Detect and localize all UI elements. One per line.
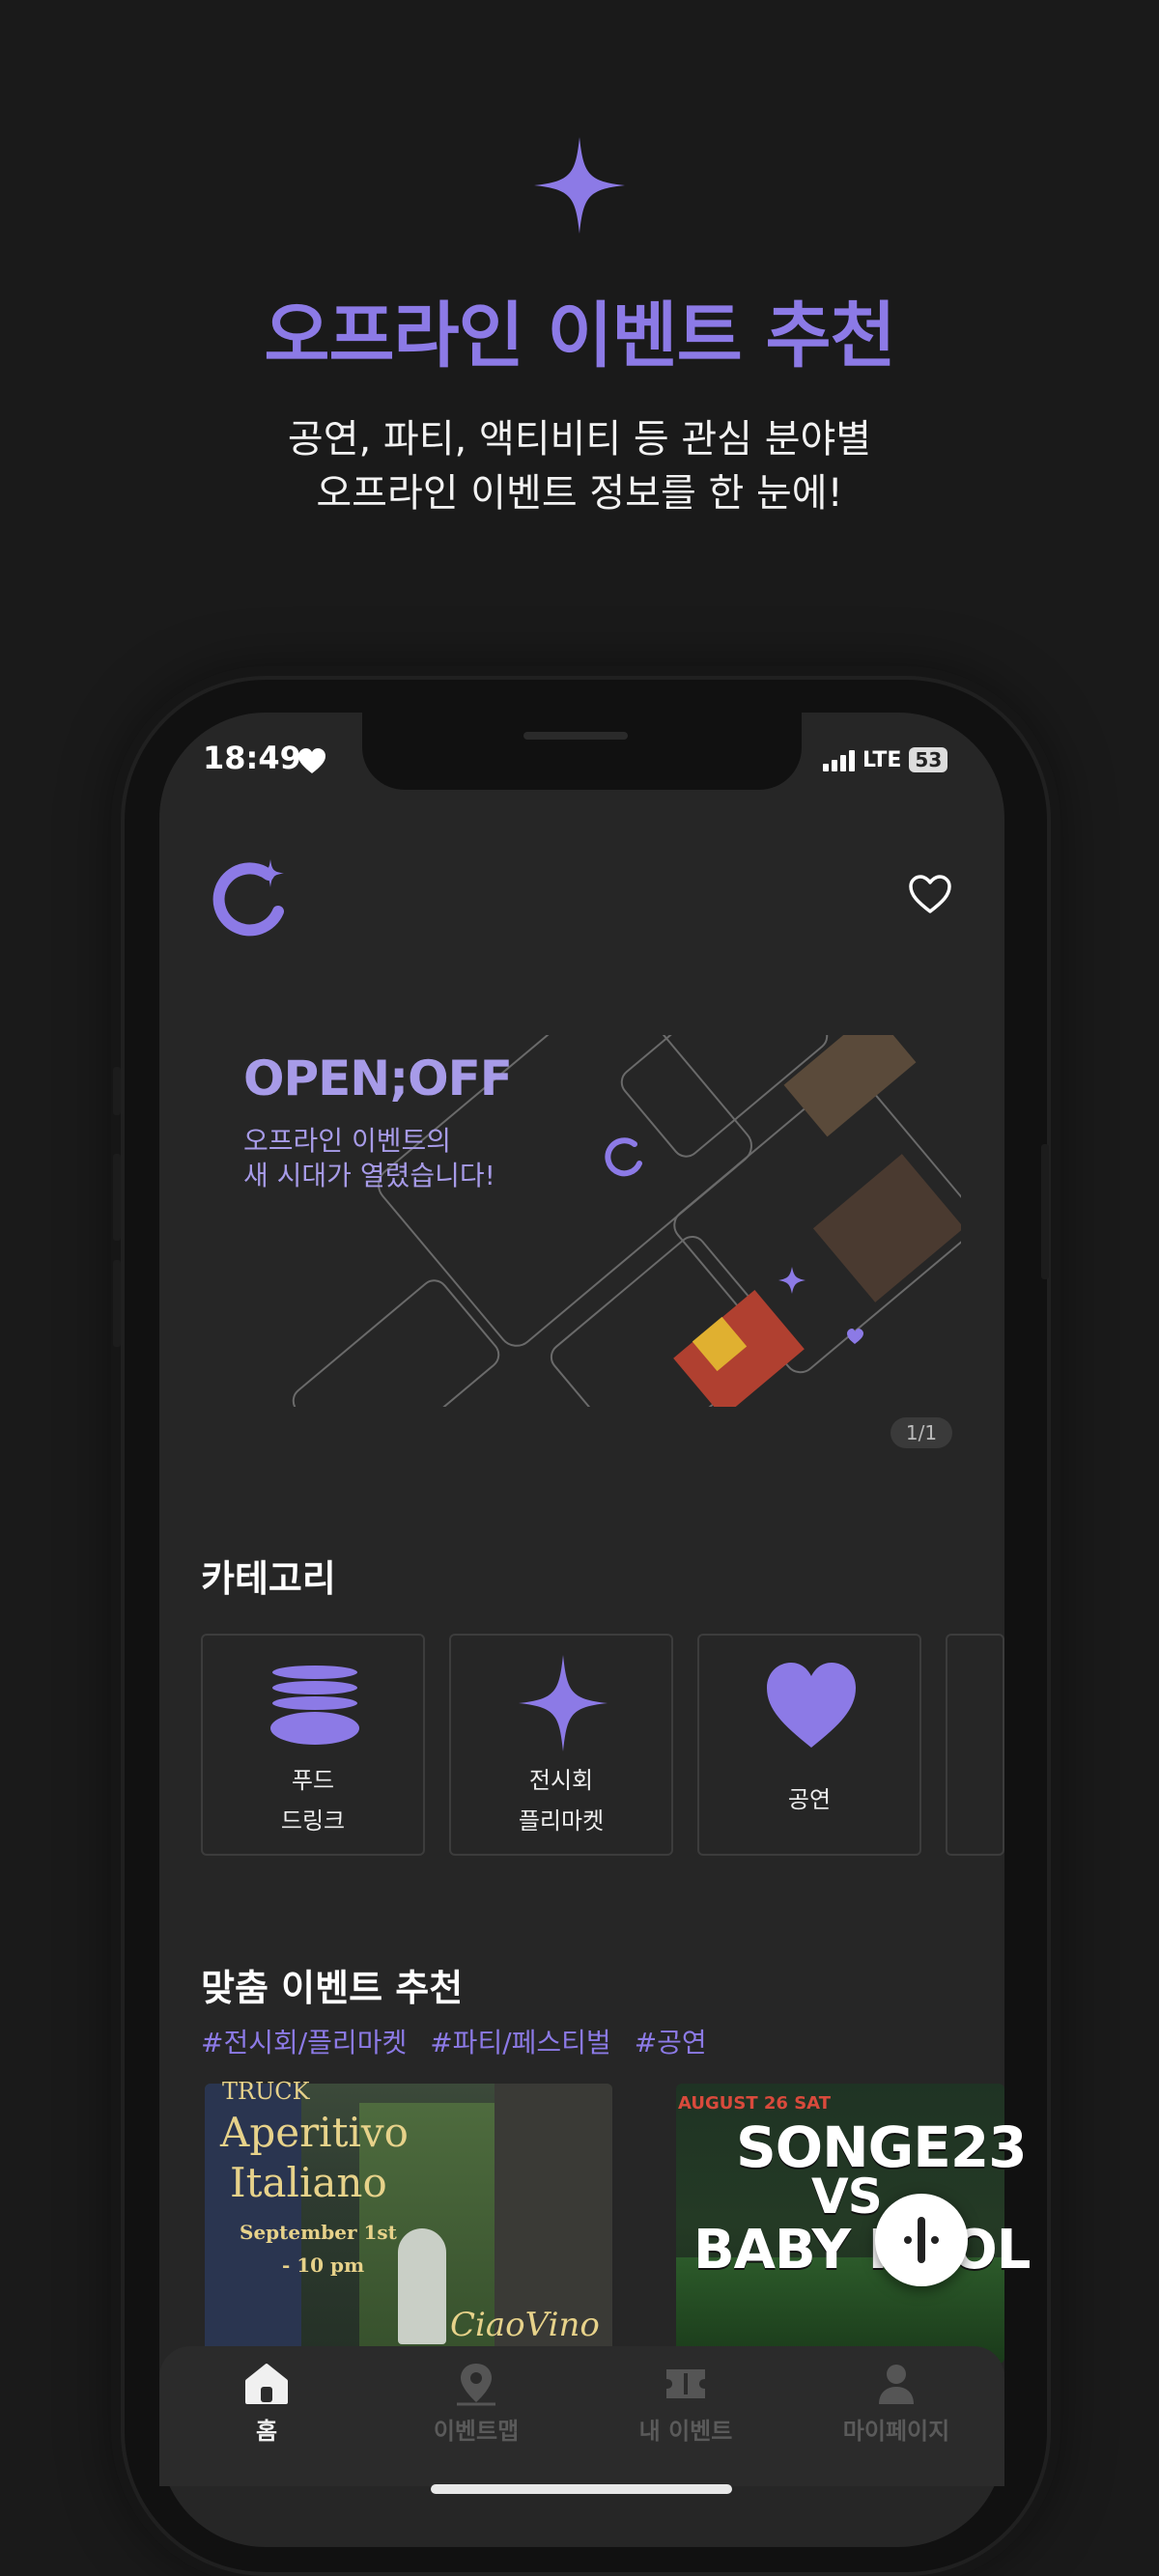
category-section-title: 카테고리 (201, 1557, 336, 1600)
event-title: VS (811, 2169, 883, 2225)
banner-pager: 1/1 (890, 1417, 952, 1448)
banner-subtitle: 오프라인 이벤트의 (243, 1125, 451, 1157)
heart-icon (767, 1663, 856, 1748)
banner-title: OPEN;OFF (243, 1050, 513, 1106)
phone-volume-down (113, 1260, 121, 1347)
tab-my-page[interactable]: 마이페이지 (819, 2362, 974, 2446)
promo-headline: 오프라인 이벤트 추천 (264, 294, 895, 378)
banner-subtitle: 새 시대가 열렸습니다! (243, 1160, 495, 1191)
person-icon (879, 2365, 914, 2404)
battery-icon: 53 (909, 747, 948, 772)
event-title: Aperitivo (220, 2109, 409, 2156)
category-label: 공연 (787, 1786, 832, 1813)
category-label: 드링크 (280, 1807, 346, 1834)
status-indicators: LTE 53 (823, 747, 948, 772)
sparkle-icon (534, 137, 625, 234)
tab-my-events[interactable]: 내 이벤트 (608, 2362, 763, 2446)
phone-speaker (523, 732, 628, 740)
category-performance[interactable]: 공연 (697, 1634, 921, 1856)
ticket-icon (666, 2369, 705, 2398)
tag-performance[interactable]: #공연 (635, 2022, 707, 2060)
event-title: BABY KOOL (693, 2219, 1031, 2282)
tab-event-map[interactable]: 이벤트맵 (399, 2362, 553, 2446)
tab-label: 홈 (255, 2418, 278, 2445)
phone-mute-switch (113, 1067, 121, 1115)
voice-button[interactable] (875, 2194, 968, 2286)
app-logo-icon[interactable] (211, 857, 292, 938)
food-stack-icon (270, 1666, 359, 1745)
phone-power-button (1041, 1144, 1049, 1279)
heart-outline-icon[interactable] (908, 874, 952, 914)
tab-label: 내 이벤트 (638, 2418, 733, 2445)
event-brand: CiaoVino (450, 2306, 600, 2344)
event-top-text: TRUCK (222, 2078, 310, 2105)
recommend-section-title: 맞춤 이벤트 추천 (201, 1967, 464, 2009)
tab-label: 이벤트맵 (433, 2418, 520, 2445)
recommend-tags: #전시회/플리마켓 #파티/페스티벌 #공연 (201, 2022, 707, 2060)
map-pin-icon (457, 2364, 495, 2406)
category-label: 플리마켓 (518, 1807, 605, 1834)
tab-label: 마이페이지 (842, 2418, 950, 2445)
tab-home[interactable]: 홈 (189, 2362, 344, 2446)
status-time: 18:49 (203, 740, 301, 776)
promo-subline: 공연, 파티, 액티비티 등 관심 분야별 (287, 417, 872, 462)
phone-volume-up (113, 1154, 121, 1241)
category-exhibition-market[interactable]: 전시회 플리마켓 (449, 1634, 673, 1856)
event-time: - 10 pm (282, 2254, 365, 2277)
home-indicator[interactable] (431, 2484, 732, 2494)
tag-exhibition-market[interactable]: #전시회/플리마켓 (201, 2022, 407, 2060)
signal-icon (823, 748, 855, 771)
category-label: 푸드 (291, 1767, 335, 1794)
category-food-drink[interactable]: 푸드 드링크 (201, 1634, 425, 1856)
phone-notch (362, 713, 802, 790)
tag-party-festival[interactable]: #파티/페스티벌 (430, 2022, 610, 2060)
category-next-partial[interactable] (946, 1634, 1004, 1856)
home-icon (245, 2364, 288, 2404)
heart-icon (298, 748, 325, 773)
sparkle-icon (519, 1655, 608, 1751)
category-label: 전시회 (528, 1767, 594, 1794)
event-date: September 1st (240, 2221, 397, 2244)
promo-subline: 오프라인 이벤트 정보를 한 눈에! (316, 471, 843, 516)
event-title: Italiano (230, 2159, 387, 2206)
network-type: LTE (862, 747, 902, 772)
event-date: AUGUST 26 SAT (678, 2093, 831, 2114)
